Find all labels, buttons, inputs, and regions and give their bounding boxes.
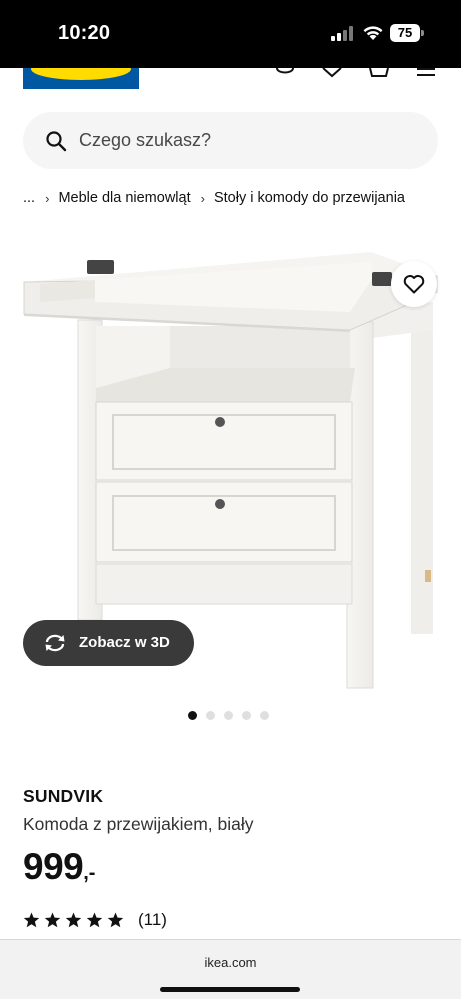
price-suffix: ,- — [83, 862, 96, 884]
product-description: Komoda z przewijakiem, biały — [23, 814, 254, 834]
breadcrumb-ellipsis[interactable]: ... — [23, 190, 35, 206]
star-icon — [86, 912, 103, 928]
carousel-dot[interactable] — [242, 711, 251, 720]
status-bar: 10:20 75 — [0, 0, 461, 68]
star-icon — [65, 912, 82, 928]
heart-icon — [403, 275, 425, 294]
ikea-logo[interactable] — [23, 68, 139, 89]
view-in-3d-button[interactable]: Zobacz w 3D — [23, 620, 194, 666]
carousel-dot[interactable] — [260, 711, 269, 720]
product-price: 999,- — [23, 846, 95, 890]
menu-icon[interactable] — [415, 68, 437, 78]
home-indicator[interactable] — [160, 987, 300, 992]
add-to-wishlist-button[interactable] — [391, 261, 437, 307]
rotate-3d-icon — [45, 634, 65, 652]
wifi-icon — [363, 26, 383, 40]
battery-level: 75 — [390, 24, 420, 42]
star-icon — [107, 912, 124, 928]
star-icon — [23, 912, 40, 928]
price-integer: 999 — [23, 846, 84, 887]
star-icon — [44, 912, 61, 928]
breadcrumb-item-changing-tables[interactable]: Stoły i komody do przewijania — [214, 190, 405, 206]
carousel-dot[interactable] — [206, 711, 215, 720]
search-input[interactable] — [79, 112, 419, 169]
profile-icon[interactable] — [274, 68, 296, 78]
chevron-right-icon: › — [45, 190, 50, 206]
url-text[interactable]: ikea.com — [0, 955, 461, 970]
status-time: 10:20 — [58, 22, 111, 44]
breadcrumb-item-baby-furniture[interactable]: Meble dla niemowląt — [58, 190, 190, 206]
breadcrumb: ... › Meble dla niemowląt › Stoły i komo… — [23, 188, 405, 208]
cellular-signal-icon — [331, 26, 353, 41]
search-bar[interactable] — [23, 112, 438, 169]
image-carousel-indicator — [188, 711, 269, 721]
search-icon — [46, 131, 67, 152]
chevron-right-icon: › — [200, 190, 205, 206]
carousel-dot[interactable] — [188, 711, 197, 720]
cart-icon[interactable] — [368, 68, 390, 78]
heart-icon[interactable] — [321, 68, 343, 78]
product-name: SUNDVIK — [23, 786, 104, 806]
view-in-3d-label: Zobacz w 3D — [79, 634, 170, 651]
battery-icon: 75 — [390, 24, 424, 42]
product-rating[interactable]: (11) — [23, 910, 167, 930]
review-count[interactable]: (11) — [138, 910, 167, 930]
carousel-dot[interactable] — [224, 711, 233, 720]
